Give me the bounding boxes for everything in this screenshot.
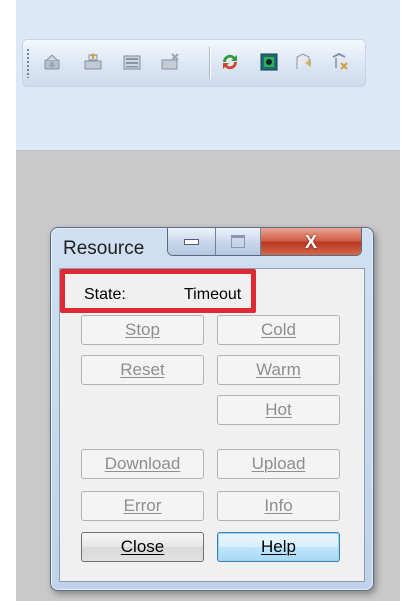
- resource-dialog: Resource X State: Timeout Stop Cold Rese…: [50, 227, 374, 591]
- close-icon: X: [304, 231, 317, 252]
- info-button[interactable]: Info: [217, 491, 340, 521]
- upload-button[interactable]: Upload: [217, 449, 340, 479]
- warm-button[interactable]: Warm: [217, 355, 340, 385]
- dialog-client-area: State: Timeout Stop Cold Reset Warm Hot …: [59, 268, 365, 582]
- dialog-title: Resource: [63, 238, 145, 259]
- minimize-icon: [184, 238, 199, 245]
- connect-icon[interactable]: [291, 49, 317, 75]
- maximize-button[interactable]: [216, 228, 261, 255]
- reset-button[interactable]: Reset: [81, 355, 204, 385]
- disconnect-icon[interactable]: [327, 49, 353, 75]
- remove-module-icon[interactable]: [157, 49, 183, 75]
- module-list-icon[interactable]: [119, 49, 145, 75]
- minimize-button[interactable]: [168, 228, 216, 255]
- load-icon[interactable]: [39, 49, 65, 75]
- caption-buttons: X: [167, 228, 362, 256]
- toolbar: [22, 39, 366, 87]
- cold-button[interactable]: Cold: [217, 315, 340, 345]
- maximize-icon: [231, 235, 245, 248]
- toolbar-separator: [209, 47, 210, 79]
- top-panel: [16, 0, 400, 151]
- resource-icon[interactable]: [256, 49, 282, 75]
- download-button[interactable]: Download: [81, 449, 204, 479]
- toolbar-grip[interactable]: [26, 48, 30, 78]
- stop-button[interactable]: Stop: [81, 315, 204, 345]
- state-highlight-box: [60, 269, 256, 313]
- help-button[interactable]: Help: [217, 532, 340, 562]
- hot-button[interactable]: Hot: [217, 395, 340, 425]
- refresh-icon[interactable]: [217, 49, 243, 75]
- close-button[interactable]: Close: [81, 532, 204, 562]
- close-window-button[interactable]: X: [261, 228, 361, 255]
- module-upload-icon[interactable]: [80, 49, 106, 75]
- error-button[interactable]: Error: [81, 491, 204, 521]
